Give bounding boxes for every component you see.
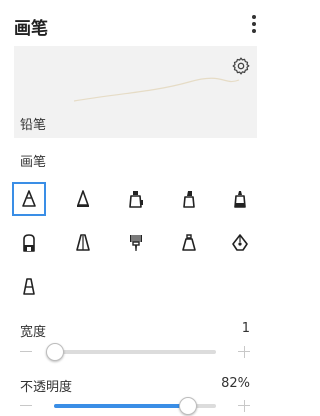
selected-brush-name: 铅笔 xyxy=(20,118,47,133)
opacity-slider[interactable] xyxy=(20,397,250,415)
width-label: 宽度 xyxy=(20,325,47,340)
brush-marker[interactable] xyxy=(119,182,153,216)
brush-crayon[interactable] xyxy=(12,270,46,304)
pen-icon xyxy=(77,190,89,207)
stroke-preview-curve xyxy=(73,77,240,102)
brush-chalk[interactable] xyxy=(172,226,206,260)
calligraphy-pen-icon xyxy=(76,234,90,251)
width-slider-track[interactable] xyxy=(46,343,216,361)
felt-tip-icon xyxy=(234,191,246,208)
opacity-value: 82% xyxy=(221,376,250,391)
brush-paint[interactable] xyxy=(119,226,153,260)
opacity-slider-thumb[interactable] xyxy=(178,397,197,415)
paint-brush-icon xyxy=(130,235,142,251)
increase-width-icon-vertical xyxy=(244,346,245,358)
width-slider[interactable] xyxy=(20,343,250,361)
brushes-section-label: 画笔 xyxy=(20,155,47,170)
opacity-slider-track[interactable] xyxy=(54,397,216,415)
opacity-label: 不透明度 xyxy=(20,380,73,395)
pencil-icon xyxy=(22,190,36,207)
gear-icon[interactable] xyxy=(231,56,251,76)
brush-pen[interactable] xyxy=(66,182,100,216)
panel-header: 画笔 xyxy=(0,0,270,46)
chalk-icon xyxy=(182,234,196,251)
marker-icon xyxy=(129,191,143,208)
crayon-icon xyxy=(23,278,35,295)
opacity-slider-fill xyxy=(54,404,187,408)
brush-fountain-pen[interactable] xyxy=(223,226,257,260)
decrease-width-icon[interactable] xyxy=(20,351,32,352)
brush-calligraphy[interactable] xyxy=(66,226,100,260)
stamp-icon xyxy=(23,234,35,252)
brush-pencil[interactable] xyxy=(12,182,46,216)
decrease-opacity-icon[interactable] xyxy=(20,405,32,406)
width-slider-thumb[interactable] xyxy=(46,343,64,361)
brush-felt-tip[interactable] xyxy=(223,182,257,216)
panel-title: 画笔 xyxy=(14,19,48,39)
increase-opacity-icon-vertical xyxy=(244,400,245,412)
highlighter-icon xyxy=(183,191,195,208)
brush-stamp[interactable] xyxy=(12,226,46,260)
width-value: 1 xyxy=(241,321,250,336)
more-menu-icon[interactable] xyxy=(244,12,264,36)
fountain-pen-icon xyxy=(232,234,248,251)
brush-highlighter[interactable] xyxy=(172,182,206,216)
